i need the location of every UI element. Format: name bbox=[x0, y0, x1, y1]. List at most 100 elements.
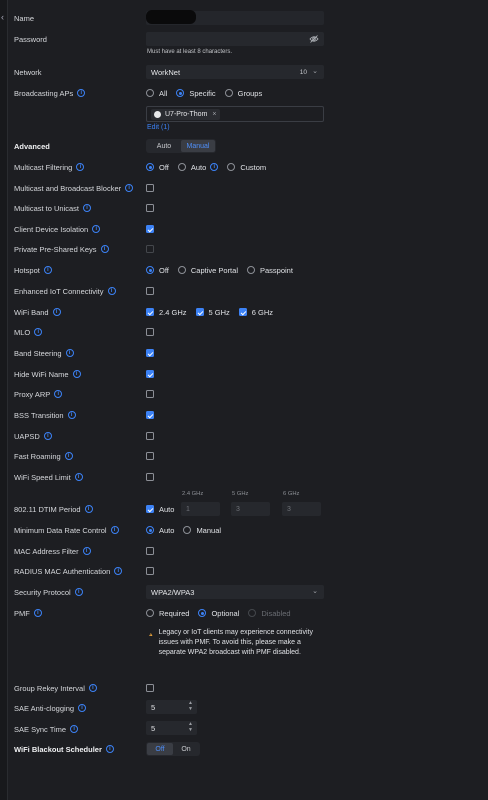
client-device-isolation-checkbox[interactable] bbox=[146, 225, 154, 233]
info-icon[interactable]: i bbox=[72, 370, 81, 378]
broadcasting-aps-label: Broadcasting APs i bbox=[14, 86, 86, 100]
info-icon[interactable]: i bbox=[65, 349, 74, 357]
multicast-auto-option[interactable]: Auto i bbox=[177, 163, 219, 172]
info-icon[interactable]: i bbox=[105, 745, 114, 753]
mac-filter-checkbox[interactable] bbox=[146, 547, 154, 555]
info-icon[interactable]: i bbox=[83, 204, 92, 212]
sae-anti-clogging-stepper[interactable]: 5 ▲ ▼ bbox=[146, 700, 197, 714]
ap-selector[interactable]: U7-Pro-Thom × bbox=[146, 106, 324, 122]
info-icon[interactable]: i bbox=[88, 684, 97, 692]
pmf-label: PMF i bbox=[14, 606, 42, 620]
info-icon[interactable]: i bbox=[64, 452, 73, 460]
group-rekey-label: Group Rekey Interval i bbox=[14, 681, 97, 695]
info-icon[interactable]: i bbox=[84, 505, 93, 513]
blackout-on-option[interactable]: On bbox=[173, 743, 199, 755]
ap-chip[interactable]: U7-Pro-Thom × bbox=[151, 108, 220, 120]
pmf-required-option[interactable]: Required bbox=[146, 609, 189, 618]
pmf-optional-option[interactable]: Optional bbox=[198, 609, 239, 618]
multicast-broadcast-blocker-checkbox[interactable] bbox=[146, 184, 154, 192]
info-icon[interactable]: i bbox=[43, 432, 52, 440]
multicast-to-unicast-checkbox[interactable] bbox=[146, 204, 154, 212]
edit-aps-link[interactable]: Edit (1) bbox=[147, 124, 170, 131]
dtim-2g-input[interactable]: 1 bbox=[181, 502, 220, 516]
info-icon[interactable]: i bbox=[107, 287, 116, 295]
hide-wifi-name-checkbox[interactable] bbox=[146, 370, 154, 378]
info-icon[interactable]: i bbox=[43, 266, 52, 274]
chevron-left-icon[interactable]: ‹ bbox=[1, 13, 7, 22]
info-icon[interactable]: i bbox=[125, 184, 134, 192]
info-icon[interactable]: i bbox=[33, 609, 42, 617]
blackout-off-option[interactable]: Off bbox=[147, 743, 173, 755]
multicast-custom-option[interactable]: Custom bbox=[227, 163, 266, 172]
info-icon[interactable]: i bbox=[67, 411, 76, 419]
band-steering-checkbox[interactable] bbox=[146, 349, 154, 357]
info-icon[interactable]: i bbox=[70, 725, 79, 733]
hotspot-captive-portal-option[interactable]: Captive Portal bbox=[177, 266, 238, 275]
stepper-arrows-icon[interactable]: ▲ ▼ bbox=[188, 721, 193, 733]
band-6g-option[interactable]: 6 GHz bbox=[238, 308, 273, 317]
group-rekey-checkbox[interactable] bbox=[146, 684, 154, 692]
ap-device-icon bbox=[154, 110, 161, 118]
multicast-filtering-label: Multicast Filtering i bbox=[14, 160, 85, 174]
radius-mac-checkbox[interactable] bbox=[146, 567, 154, 575]
info-icon[interactable]: i bbox=[210, 163, 219, 171]
info-icon[interactable]: i bbox=[78, 704, 87, 712]
broadcasting-all-option[interactable]: All bbox=[146, 89, 167, 98]
band-2g-option[interactable]: 2.4 GHz bbox=[146, 308, 187, 317]
collapse-rail[interactable]: ‹ bbox=[0, 0, 8, 800]
advanced-label: Advanced bbox=[14, 141, 50, 151]
fast-roaming-label: Fast Roaming i bbox=[14, 449, 73, 463]
advanced-manual-option[interactable]: Manual bbox=[181, 140, 215, 152]
pmf-disabled-option[interactable]: Disabled bbox=[248, 609, 291, 618]
wifi-speed-limit-checkbox[interactable] bbox=[146, 473, 154, 481]
dtim-5g-input[interactable]: 3 bbox=[231, 502, 270, 516]
uapsd-checkbox[interactable] bbox=[146, 432, 154, 440]
eye-slash-icon[interactable] bbox=[309, 35, 319, 43]
sae-anti-clogging-value: 5 bbox=[151, 702, 156, 712]
wifi-band-group: 2.4 GHz 5 GHz 6 GHz bbox=[146, 305, 282, 319]
multicast-off-option[interactable]: Off bbox=[146, 163, 169, 172]
private-psk-checkbox[interactable] bbox=[146, 245, 154, 253]
info-icon[interactable]: i bbox=[52, 308, 61, 316]
info-icon[interactable]: i bbox=[82, 547, 91, 555]
hotspot-off-option[interactable]: Off bbox=[146, 266, 169, 275]
info-icon[interactable]: i bbox=[100, 245, 109, 253]
fast-roaming-checkbox[interactable] bbox=[146, 452, 154, 460]
min-data-rate-auto-option[interactable]: Auto bbox=[146, 526, 174, 535]
info-icon[interactable]: i bbox=[34, 328, 43, 336]
enhanced-iot-checkbox[interactable] bbox=[146, 287, 154, 295]
dtim-6g-input[interactable]: 3 bbox=[282, 502, 321, 516]
min-data-rate-manual-option[interactable]: Manual bbox=[183, 526, 221, 535]
info-icon[interactable]: i bbox=[114, 567, 123, 575]
security-protocol-select[interactable]: WPA2/WPA3 ⌄ bbox=[146, 585, 324, 599]
band-5g-option[interactable]: 5 GHz bbox=[195, 308, 230, 317]
info-icon[interactable]: i bbox=[74, 588, 83, 596]
sae-sync-time-stepper[interactable]: 5 ▲ ▼ bbox=[146, 721, 197, 735]
pmf-warning: Legacy or IoT clients may experience con… bbox=[149, 628, 319, 658]
sae-sync-time-label: SAE Sync Time i bbox=[14, 722, 79, 736]
info-icon[interactable]: i bbox=[92, 225, 101, 233]
info-icon[interactable]: i bbox=[54, 390, 63, 398]
private-psk-label: Private Pre-Shared Keys i bbox=[14, 242, 109, 256]
blackout-scheduler-label: WiFi Blackout Scheduler i bbox=[14, 742, 114, 756]
info-icon[interactable]: i bbox=[77, 89, 86, 97]
dtim-auto-option[interactable]: Auto bbox=[146, 502, 183, 516]
mlo-checkbox[interactable] bbox=[146, 328, 154, 336]
info-icon[interactable]: i bbox=[76, 163, 85, 171]
proxy-arp-checkbox[interactable] bbox=[146, 390, 154, 398]
multicast-filtering-radio-group: Off Auto i Custom bbox=[146, 160, 275, 174]
info-icon[interactable]: i bbox=[74, 473, 83, 481]
close-icon[interactable]: × bbox=[212, 111, 216, 118]
network-select[interactable]: WorkNet 10 ⌄ bbox=[146, 65, 324, 79]
advanced-auto-option[interactable]: Auto bbox=[147, 140, 181, 152]
blackout-scheduler-toggle: Off On bbox=[146, 742, 200, 756]
network-vlan: 10 bbox=[299, 68, 307, 76]
info-icon[interactable]: i bbox=[110, 526, 119, 534]
stepper-arrows-icon[interactable]: ▲ ▼ bbox=[188, 700, 193, 712]
hotspot-passpoint-option[interactable]: Passpoint bbox=[246, 266, 293, 275]
broadcasting-groups-option[interactable]: Groups bbox=[224, 89, 262, 98]
pmf-warning-text: Legacy or IoT clients may experience con… bbox=[158, 629, 313, 656]
broadcasting-specific-option[interactable]: Specific bbox=[176, 89, 216, 98]
bss-transition-checkbox[interactable] bbox=[146, 411, 154, 419]
password-input[interactable] bbox=[146, 32, 324, 46]
